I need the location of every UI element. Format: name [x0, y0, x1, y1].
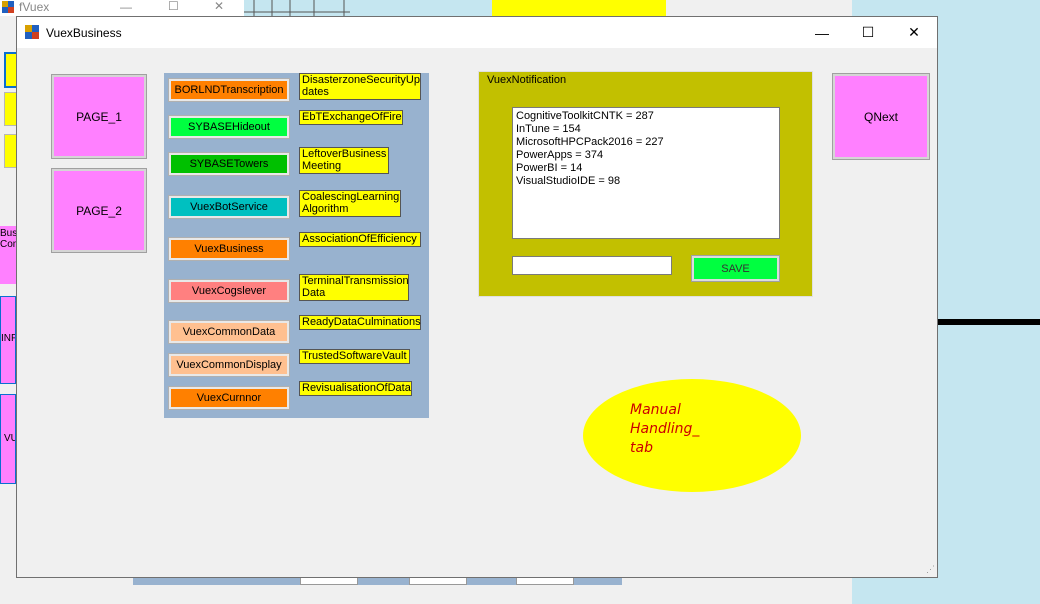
yellow-label: TerminalTransmission Data [299, 274, 409, 301]
background-minimize-button[interactable]: — [120, 1, 132, 13]
page-2-label: PAGE_2 [76, 203, 122, 218]
save-label: SAVE [721, 262, 750, 275]
yellow-label: AssociationOfEfficiency [299, 232, 421, 247]
button-label: SYBASEHideout [188, 121, 270, 133]
notification-line: PowerApps = 374 [516, 149, 604, 161]
manual-handling-label: Manual Handling_tab [630, 401, 699, 458]
borlnd-transcription-button[interactable]: BORLNDTranscription [168, 78, 290, 102]
label-line: ReadyDataCulminations [302, 316, 421, 328]
label-line: TerminalTransmission [302, 275, 409, 287]
yellow-label: EbTExchangeOfFire [299, 110, 403, 125]
vuex-common-data-button[interactable]: VuexCommonData [168, 320, 290, 344]
background-side-button[interactable]: VU [0, 394, 16, 484]
background-side-label: Busi [0, 228, 16, 239]
app-icon [2, 1, 14, 13]
notification-line: InTune = 154 [516, 123, 581, 135]
maximize-button[interactable]: ☐ [845, 17, 891, 48]
background-side-label: VU [4, 433, 15, 444]
vuex-business-button[interactable]: VuexBusiness [168, 237, 290, 261]
background-side-button[interactable]: INF [0, 296, 16, 384]
background-strip-grey [666, 0, 852, 17]
close-button[interactable]: ✕ [891, 17, 937, 48]
page-1-label: PAGE_1 [76, 109, 122, 124]
notification-group: VuexNotification CognitiveToolkitCNTK = … [478, 71, 813, 297]
yellow-label: LeftoverBusiness Meeting [299, 147, 389, 174]
yellow-label: CoalescingLearning Algorithm [299, 190, 401, 217]
background-maximize-button[interactable]: ☐ [168, 0, 179, 12]
notification-input[interactable] [512, 256, 672, 275]
notification-line: CognitiveToolkitCNTK = 287 [516, 110, 654, 122]
yellow-label: TrustedSoftwareVault [299, 349, 410, 364]
background-grid [244, 0, 350, 17]
label-line: EbTExchangeOfFire [302, 111, 402, 123]
page-2-button[interactable]: PAGE_2 [51, 168, 147, 253]
qnext-label: QNext [863, 109, 898, 124]
button-label: VuexCurnnor [196, 392, 262, 404]
close-icon: ✕ [908, 24, 920, 40]
manual-line: tab [630, 440, 653, 456]
yellow-label: RevisualisationOfData [299, 381, 412, 396]
minimize-icon: — [815, 24, 829, 41]
sybase-towers-button[interactable]: SYBASETowers [168, 152, 290, 176]
background-titlebar[interactable]: fVuex — ☐ ✕ [0, 0, 244, 16]
label-line: Algorithm [302, 203, 349, 215]
background-close-button[interactable]: ✕ [214, 0, 224, 12]
vuex-cogslever-button[interactable]: VuexCogslever [168, 279, 290, 303]
yellow-label: ReadyDataCulminations [299, 315, 421, 330]
notification-legend: VuexNotification [487, 74, 567, 86]
label-line: dates [302, 86, 329, 98]
minimize-button[interactable]: — [799, 17, 845, 48]
label-line: CoalescingLearning [302, 191, 400, 203]
label-line: Data [302, 287, 326, 299]
page-1-button[interactable]: PAGE_1 [51, 74, 147, 159]
sybase-hideout-button[interactable]: SYBASEHideout [168, 115, 290, 139]
button-label: SYBASETowers [189, 158, 269, 170]
button-label: VuexCogslever [191, 285, 267, 297]
label-line: LeftoverBusiness [302, 148, 387, 160]
notification-line: PowerBI = 14 [516, 162, 583, 174]
manual-line: Manual [630, 402, 681, 418]
background-side-label: Com [0, 239, 16, 250]
notification-textbox[interactable]: CognitiveToolkitCNTK = 287 InTune = 154 … [512, 107, 780, 239]
label-line: Meeting [302, 160, 342, 172]
notification-line: MicrosoftHPCPack2016 = 227 [516, 136, 664, 148]
button-label: VuexCommonDisplay [176, 359, 282, 371]
label-line: TrustedSoftwareVault [302, 350, 407, 362]
window-title: VuexBusiness [46, 26, 122, 40]
background-side-label: INF [1, 333, 16, 344]
manual-line: Handling_ [630, 421, 700, 437]
background-divider [936, 319, 1040, 325]
vuex-bot-service-button[interactable]: VuexBotService [168, 195, 290, 219]
app-icon [25, 25, 39, 39]
label-line: RevisualisationOfData [302, 382, 411, 394]
label-line: DisasterzoneSecurityUp [302, 74, 420, 86]
maximize-icon: ☐ [861, 24, 875, 40]
background-side-button[interactable]: Busi Com [0, 226, 16, 284]
label-line: AssociationOfEfficiency [302, 233, 417, 245]
vuex-common-display-button[interactable]: VuexCommonDisplay [168, 353, 290, 377]
qnext-button[interactable]: QNext [832, 73, 930, 160]
manual-handling-tab[interactable]: Manual Handling_tab [583, 379, 801, 492]
button-label: VuexBotService [190, 201, 268, 213]
button-label: VuexCommonData [182, 326, 276, 338]
titlebar[interactable]: VuexBusiness — ☐ ✕ [17, 17, 937, 48]
main-window: VuexBusiness — ☐ ✕ PAGE_1 PAGE_2 BORLNDT… [16, 16, 938, 578]
button-label: VuexBusiness [194, 243, 264, 255]
module-panel: BORLNDTranscription SYBASEHideout SYBASE… [164, 73, 429, 418]
vuex-curnnor-button[interactable]: VuexCurnnor [168, 386, 290, 410]
yellow-label: DisasterzoneSecurityUp dates [299, 73, 421, 100]
background-yellow-strip [492, 0, 666, 17]
background-window-title: fVuex [19, 0, 50, 14]
notification-line: VisualStudioIDE = 98 [516, 175, 621, 187]
save-button[interactable]: SAVE [691, 255, 780, 282]
resize-grip-icon[interactable]: ⋰ [926, 564, 935, 575]
button-label: BORLNDTranscription [174, 84, 284, 96]
